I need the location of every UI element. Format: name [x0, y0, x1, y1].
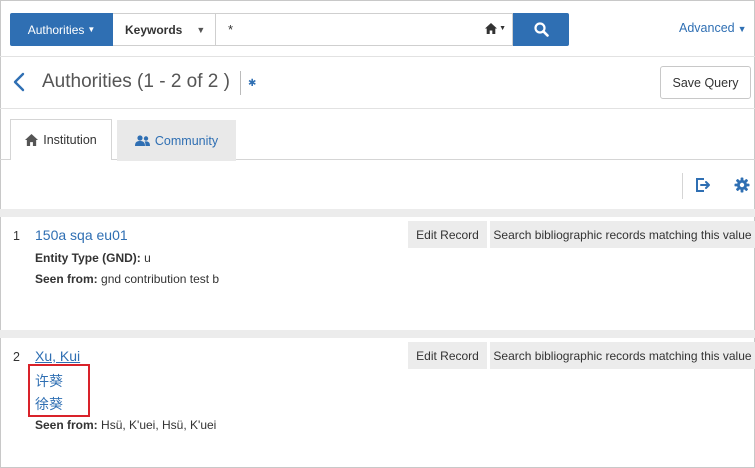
advanced-label: Advanced — [679, 21, 735, 35]
entity-type-label: Entity Type (GND): — [35, 251, 141, 265]
tab-institution-label: Institution — [43, 133, 97, 147]
record-seen-from: Seen from: Hsü, K'uei, Hsü, K'uei — [35, 418, 216, 432]
record-entity-type: Entity Type (GND): u — [35, 251, 151, 265]
search-bib-records-button[interactable]: Search bibliographic records matching th… — [490, 221, 755, 248]
tab-active-gap — [11, 159, 111, 160]
search-bar: Authorities ▼ Keywords ▼ * ▼ — [10, 13, 569, 46]
search-type-dropdown[interactable]: Keywords ▼ — [113, 13, 216, 46]
seen-from-label: Seen from: — [35, 272, 98, 286]
search-button[interactable] — [513, 13, 569, 46]
record-title-link[interactable]: 150a sqa eu01 — [35, 227, 128, 243]
home-icon — [485, 23, 498, 34]
export-button[interactable] — [695, 177, 711, 196]
caret-down-icon: ▼ — [87, 25, 96, 34]
export-icon — [696, 178, 710, 192]
record-separator — [0, 209, 755, 217]
back-button[interactable] — [12, 72, 26, 95]
search-scope-dropdown[interactable]: Authorities ▼ — [10, 13, 113, 46]
tab-community[interactable]: Community — [117, 120, 236, 161]
record-separator — [0, 330, 755, 338]
divider — [0, 108, 755, 109]
tab-institution[interactable]: Institution — [10, 119, 112, 160]
users-icon — [134, 134, 150, 146]
caret-down-icon: ▼ — [737, 24, 747, 34]
record-seen-from: Seen from: gnd contribution test b — [35, 272, 219, 286]
seen-from-label: Seen from: — [35, 418, 98, 432]
search-scope-label: Authorities — [27, 22, 85, 37]
page-title: Authorities (1 - 2 of 2 ) — [42, 71, 230, 92]
search-input-value: * — [228, 22, 234, 37]
asterisk-icon: ✱ — [248, 78, 257, 89]
divider — [0, 56, 755, 57]
edit-record-button[interactable]: Edit Record — [408, 342, 487, 369]
entity-type-value: u — [144, 251, 151, 265]
search-input[interactable]: * ▼ — [216, 13, 513, 46]
record-number: 1 — [13, 229, 20, 243]
search-type-label: Keywords — [125, 22, 183, 37]
divider — [240, 71, 241, 95]
advanced-search-link[interactable]: Advanced ▼ — [679, 21, 747, 35]
seen-from-value: Hsü, K'uei, Hsü, K'uei — [101, 418, 217, 432]
highlight-box — [28, 364, 90, 417]
divider — [682, 173, 683, 199]
record-title-link[interactable]: Xu, Kui — [35, 348, 80, 364]
search-icon — [533, 22, 549, 37]
save-query-button[interactable]: Save Query — [660, 66, 751, 99]
tab-bar-line — [0, 159, 755, 160]
home-scope-dropdown[interactable]: ▼ — [485, 23, 506, 34]
home-icon — [25, 134, 39, 146]
edit-record-button[interactable]: Edit Record — [408, 221, 487, 248]
chevron-down-icon: ▼ — [196, 24, 206, 35]
tab-community-label: Community — [154, 133, 219, 148]
chevron-left-icon — [13, 72, 25, 92]
record-number: 2 — [13, 350, 20, 364]
settings-button[interactable] — [734, 177, 750, 196]
search-bib-records-button[interactable]: Search bibliographic records matching th… — [490, 342, 755, 369]
gear-icon — [734, 177, 750, 193]
seen-from-value: gnd contribution test b — [101, 272, 220, 286]
caret-down-icon: ▼ — [499, 25, 506, 32]
